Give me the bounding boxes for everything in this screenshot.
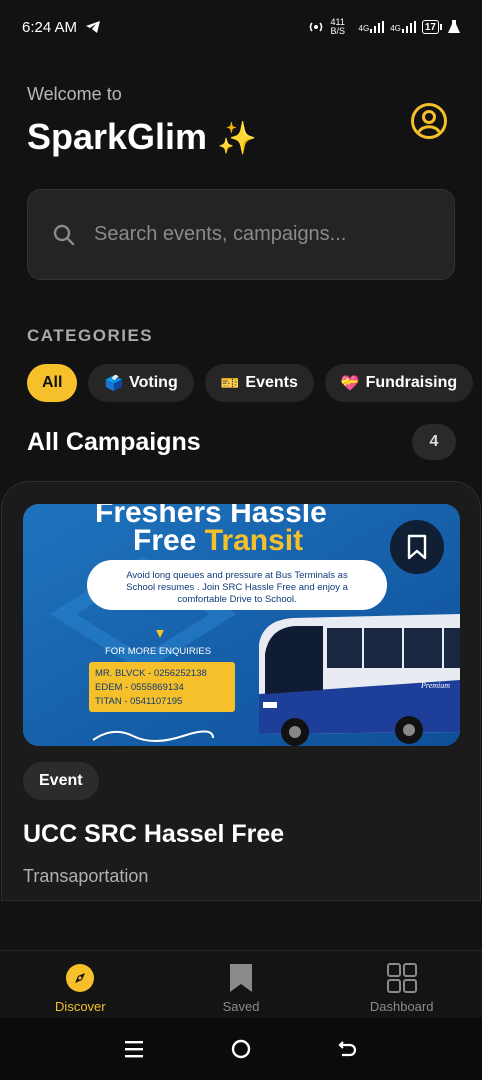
system-nav-bar: [0, 1018, 482, 1080]
campaign-card[interactable]: Freshers Hassle Free Transit Avoid long …: [1, 481, 481, 901]
heart-gift-icon: 💝: [340, 375, 360, 392]
flask-icon: [448, 20, 460, 33]
compass-icon: [66, 964, 95, 992]
section-title: All Campaigns: [27, 428, 201, 456]
banner-line2a: Free: [133, 524, 205, 557]
home-circle-icon: [231, 1039, 251, 1059]
search-bar[interactable]: [27, 189, 455, 280]
banner-line2: Free Transit: [133, 524, 303, 557]
campaign-title: UCC SRC Hassel Free: [23, 820, 285, 848]
banner-contact2: EDEM - 0555869134: [95, 682, 184, 693]
banner-line2b: Transit: [205, 524, 303, 557]
banner-desc1: Avoid long queues and pressure at Bus Te…: [126, 570, 348, 581]
chip-label: All: [42, 374, 63, 391]
home-button[interactable]: [221, 1029, 261, 1069]
bookmark-icon: [230, 964, 252, 992]
category-chips: All 🗳️ Voting 🎫 Events 💝 Fundraising: [27, 364, 474, 402]
chip-label: Fundraising: [365, 374, 458, 391]
ticket-icon: 🎫: [220, 375, 240, 392]
nav-label: Discover: [55, 999, 106, 1014]
category-chip-all[interactable]: All: [27, 364, 78, 402]
category-chip-events[interactable]: 🎫 Events: [204, 364, 314, 402]
campaign-type-tag: Event: [23, 762, 99, 800]
signal2-label: 4G: [390, 24, 401, 33]
welcome-text: Welcome to: [27, 84, 122, 104]
battery-level: 17: [421, 20, 439, 34]
signal-icon: 4G: [359, 21, 385, 33]
profile-button[interactable]: [410, 102, 448, 140]
search-icon: [53, 224, 75, 245]
telegram-icon: [86, 21, 101, 33]
ballot-box-icon: 🗳️: [104, 375, 124, 392]
app-title: SparkGlim ✨: [27, 116, 257, 158]
bus-brand: Premium: [420, 681, 450, 690]
banner-contact3: TITAN - 0541107195: [95, 696, 182, 707]
nav-label: Saved: [222, 999, 260, 1014]
chip-label: Events: [245, 374, 298, 391]
campaign-count-badge: 4: [412, 424, 456, 460]
bookmark-button[interactable]: [390, 520, 444, 574]
category-chip-voting[interactable]: 🗳️ Voting: [88, 364, 194, 402]
banner-desc2: School resumes . Join SRC Hassle Free an…: [126, 582, 348, 593]
sparkles-emoji: ✨: [217, 120, 257, 156]
bus-illustration: Premium: [259, 614, 460, 746]
back-icon: [338, 1041, 357, 1057]
network-speed: 411 B/S: [330, 17, 346, 36]
search-input[interactable]: [94, 223, 434, 246]
signal1-label: 4G: [358, 24, 370, 33]
category-chip-fundraising[interactable]: 💝 Fundraising: [324, 364, 474, 402]
categories-label: CATEGORIES: [27, 326, 154, 345]
battery-icon: 17: [421, 20, 442, 34]
campaign-subtitle: Transaportation: [23, 866, 149, 886]
signal-icon-2: 4G: [390, 21, 416, 33]
back-button[interactable]: [328, 1029, 368, 1069]
hotspot-icon: [309, 22, 322, 32]
banner-desc3: comfortable Drive to School.: [177, 594, 296, 605]
status-bar: 6:24 AM 411 B/S 4G 4G 17: [0, 0, 482, 54]
nav-discover[interactable]: Discover: [0, 951, 161, 1018]
user-profile-icon: [411, 103, 447, 139]
nav-saved[interactable]: Saved: [161, 951, 322, 1018]
status-time: 6:24 AM: [22, 18, 78, 36]
banner-contact1: MR. BLVCK - 0256252138: [95, 668, 207, 679]
bottom-nav: Discover Saved Dashboard: [0, 950, 482, 1018]
nav-label: Dashboard: [369, 999, 434, 1014]
nav-dashboard[interactable]: Dashboard: [321, 951, 482, 1018]
chip-label: Voting: [129, 374, 178, 391]
bookmark-icon: [407, 534, 427, 560]
banner-enquiries: FOR MORE ENQUIRIES: [105, 646, 211, 657]
menu-icon: [124, 1041, 143, 1058]
grid-icon: [386, 963, 417, 993]
app-name: SparkGlim: [27, 116, 208, 157]
recent-apps-button[interactable]: [114, 1029, 154, 1069]
